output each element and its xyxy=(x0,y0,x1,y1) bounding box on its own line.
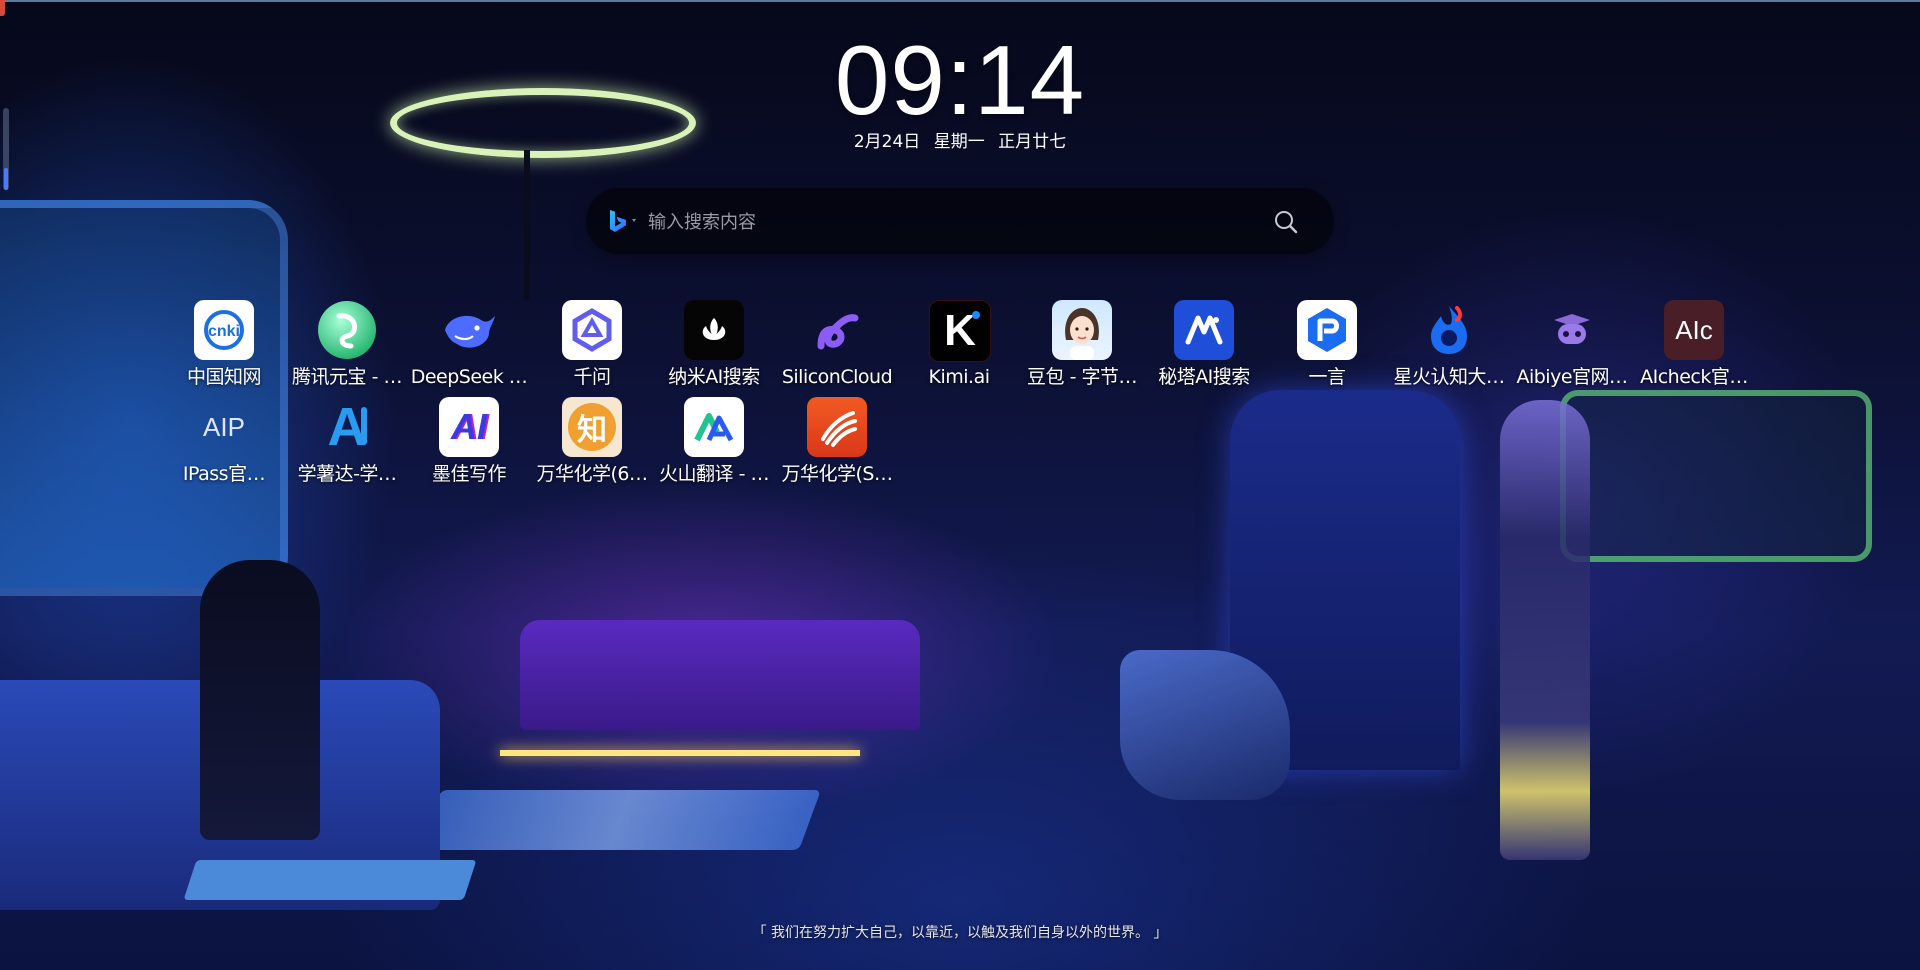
chair xyxy=(1120,650,1290,800)
mojia-icon: AI xyxy=(439,397,499,457)
shortcut-aipass[interactable]: AIP IPass官… xyxy=(163,397,285,487)
shortcut-label: 学薯达-学… xyxy=(297,463,397,485)
shortcut-label: Aibiye官网… xyxy=(1516,366,1628,388)
shortcut-label: 一言 xyxy=(1308,366,1346,388)
bed-glow-strip xyxy=(500,750,860,756)
bed xyxy=(520,620,920,730)
shortcut-xinghuo[interactable]: 星火认知大… xyxy=(1388,300,1510,390)
lunar-date-text: 正月廿七 xyxy=(998,132,1067,152)
shortcut-mojia[interactable]: AI 墨佳写作 xyxy=(408,397,530,487)
corner-indicator xyxy=(0,0,5,16)
metaso-icon xyxy=(1174,300,1234,360)
coffee-table xyxy=(183,860,477,900)
pencil-mark xyxy=(361,407,367,445)
shortcut-qianwen[interactable]: 千问 xyxy=(531,300,653,390)
green-window xyxy=(1560,390,1872,562)
lamp-stem xyxy=(524,150,530,300)
side-scrollbar-thumb[interactable] xyxy=(4,168,8,190)
kimi-icon: K xyxy=(929,300,991,362)
yuanbao-icon xyxy=(317,300,377,360)
shortcut-label: 星火认知大… xyxy=(1393,366,1505,388)
shortcut-aibiye[interactable]: Aibiye官网… xyxy=(1511,300,1633,390)
nami-peacock-icon xyxy=(684,300,744,360)
weekday-text: 星期一 xyxy=(933,132,985,152)
sofa xyxy=(0,680,440,910)
shortcut-metaso[interactable]: 秘塔AI搜索 xyxy=(1143,300,1265,390)
shortcut-label: DeepSeek … xyxy=(410,366,528,388)
shortcut-label: AIcheck官… xyxy=(1640,366,1748,388)
shortcut-yiyan[interactable]: 一言 xyxy=(1266,300,1388,390)
desktop-wallpaper: 09:14 2月24日 星期一 正月廿七 输入搜索内容 cnki 中国知网 腾讯… xyxy=(0,0,1920,970)
shortcut-doubao[interactable]: 豆包 - 字节… xyxy=(1021,300,1143,390)
search-engine-selector[interactable] xyxy=(606,208,644,234)
kimi-dot xyxy=(972,311,980,319)
shortcut-label: SiliconCloud xyxy=(781,366,893,388)
aicheck-icon: AIc xyxy=(1664,300,1724,360)
date-line: 2月24日 星期一 正月廿七 xyxy=(760,132,1160,152)
window-top-border xyxy=(0,0,1920,2)
shortcut-label: 豆包 - 字节… xyxy=(1027,366,1137,388)
chevron-down-icon xyxy=(632,219,636,222)
search-button[interactable] xyxy=(1272,208,1300,236)
search-input[interactable] xyxy=(646,206,1250,238)
shortcut-label: Kimi.ai xyxy=(928,366,991,388)
side-scrollbar[interactable] xyxy=(3,108,9,190)
shortcut-label: 腾讯元宝 - … xyxy=(292,366,402,388)
search-icon xyxy=(1275,211,1298,234)
floor-glow xyxy=(419,790,821,850)
shortcut-deepseek[interactable]: DeepSeek … xyxy=(408,300,530,390)
doorway xyxy=(1230,390,1460,770)
shortcut-label: IPass官… xyxy=(182,463,266,485)
daily-quote: 「 我们在努力扩大自己，以靠近，以触及我们自身以外的世界。 」 xyxy=(752,925,1168,941)
xinghuo-flame-icon xyxy=(1419,300,1479,360)
cnki-icon: cnki xyxy=(194,300,254,360)
shortcut-label: 万华化学(S… xyxy=(781,463,893,485)
ceiling-lamp-ring xyxy=(390,88,696,158)
aipass-icon: AIP xyxy=(203,411,245,442)
seated-character xyxy=(200,560,320,840)
shortcut-label: 秘塔AI搜索 xyxy=(1158,366,1250,388)
deepseek-whale-icon xyxy=(439,300,499,360)
search-bar xyxy=(586,188,1334,254)
shortcut-wanhua-6[interactable]: 知 万华化学(6… xyxy=(531,397,653,487)
yiyan-icon xyxy=(1297,300,1357,360)
shortcut-cnki[interactable]: cnki 中国知网 xyxy=(163,300,285,390)
shortcut-label: 纳米AI搜索 xyxy=(668,366,760,388)
aibiye-robot-icon xyxy=(1542,300,1602,360)
shortcut-siliconcloud[interactable]: SiliconCloud xyxy=(776,300,898,390)
shortcut-label: 中国知网 xyxy=(186,366,262,388)
date-text: 2月24日 xyxy=(853,132,921,152)
wanhua-icon xyxy=(807,397,867,457)
shortcut-label: 火山翻译 - … xyxy=(659,463,769,485)
shortcut-aicheck[interactable]: AIc AIcheck官… xyxy=(1633,300,1755,390)
doubao-avatar-icon xyxy=(1052,300,1112,360)
shortcut-label: 万华化学(6… xyxy=(536,463,648,485)
shortcut-label: 墨佳写作 xyxy=(431,463,507,485)
shortcut-nami[interactable]: 纳米AI搜索 xyxy=(653,300,775,390)
shortcut-xueshuda[interactable]: A 学薯达-学… xyxy=(286,397,408,487)
qianwen-icon xyxy=(562,300,622,360)
siliconcloud-icon xyxy=(807,300,867,360)
xueshuda-icon: A xyxy=(327,397,367,457)
shortcut-kimi[interactable]: K Kimi.ai xyxy=(898,300,1020,390)
shortcut-yuanbao[interactable]: 腾讯元宝 - … xyxy=(286,300,408,390)
zhi-icon: 知 xyxy=(562,397,622,457)
standing-character xyxy=(1500,400,1590,860)
bing-icon xyxy=(610,210,636,232)
shortcut-label: 千问 xyxy=(573,366,611,388)
volcano-translate-icon xyxy=(684,397,744,457)
clock-time: 09:14 xyxy=(834,25,1086,135)
shortcut-volcano-translate[interactable]: 火山翻译 - … xyxy=(653,397,775,487)
svg-text:cnki: cnki xyxy=(208,323,240,340)
shortcut-wanhua-s[interactable]: 万华化学(S… xyxy=(776,397,898,487)
